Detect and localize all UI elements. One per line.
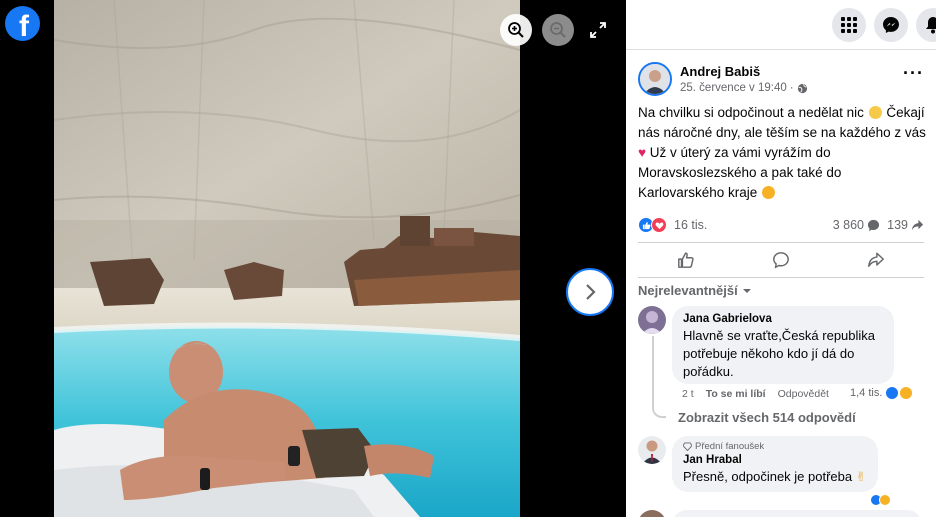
comment-bubble (672, 510, 922, 517)
facebook-logo-letter: f (19, 9, 29, 43)
chevron-down-icon (742, 288, 751, 293)
post-photo[interactable] (54, 0, 520, 517)
reaction-icons[interactable] (638, 217, 667, 233)
meta-separator: · (789, 82, 794, 94)
ok-hand-emoji: ✌ (855, 469, 867, 484)
smiling-face-emoji (868, 106, 882, 119)
comment-reactions[interactable]: 1,4 tis. (850, 386, 914, 400)
menu-grid-icon (841, 17, 857, 33)
more-options-icon: ··· (903, 63, 924, 83)
top-fan-badge: Přední fanoušek (683, 441, 867, 452)
post-text-part-1: Na chvilku si odpočinout a nedělat nic (638, 105, 864, 120)
comment-time[interactable]: 2 t (682, 388, 694, 400)
post-text-part-3: Už v úterý za vámi vyrážím do Moravskosl… (638, 145, 842, 200)
notifications-button[interactable] (916, 8, 936, 42)
comment-sort-label: Nejrelevantnější (638, 283, 738, 298)
love-reaction-icon (651, 217, 667, 233)
comment-button[interactable] (733, 243, 828, 277)
post-header: Andrej Babiš 25. července v 19:40 · ··· (638, 62, 924, 98)
reactions-summary: 16 tis. 3 860 139 (638, 215, 924, 235)
thumbs-up-icon (677, 252, 694, 268)
zoom-in-button[interactable] (500, 14, 532, 46)
haha-reaction-icon (879, 494, 891, 506)
zoom-out-button[interactable] (542, 14, 574, 46)
commenter-avatar[interactable] (638, 436, 666, 464)
chevron-right-icon (586, 284, 596, 300)
share-count-icon (911, 219, 924, 230)
messenger-icon (883, 17, 899, 33)
share-arrow-icon (868, 252, 885, 268)
post-more-button[interactable]: ··· (903, 64, 924, 82)
post-action-bar (638, 242, 924, 278)
comment-bubble: Přední fanoušek Jan Hrabal Přesně, odpoč… (672, 436, 878, 492)
reaction-count[interactable]: 16 tis. (674, 218, 707, 232)
zoom-in-icon (508, 22, 524, 38)
author-name[interactable]: Andrej Babiš (680, 64, 760, 79)
comments-count-value: 3 860 (832, 218, 864, 232)
show-all-replies-link[interactable]: Zobrazit všech 514 odpovědí (678, 410, 856, 425)
post-date[interactable]: 25. července v 19:40 (680, 82, 787, 94)
haha-reaction-icon (899, 386, 914, 400)
top-bar (626, 0, 936, 50)
comment-text-content: Přesně, odpočinek je potřeba (683, 469, 853, 484)
comment-reaction-count: 1,4 tis. (850, 387, 883, 399)
globe-icon (797, 83, 807, 93)
author-avatar[interactable] (638, 62, 672, 96)
photo-image (54, 0, 520, 517)
grinning-face-emoji (762, 186, 776, 199)
post-side-panel: Andrej Babiš 25. července v 19:40 · ··· … (626, 0, 936, 517)
comment-bubble: Jana Gabrielova Hlavně se vraťte,Česká r… (672, 306, 894, 384)
menu-button[interactable] (832, 8, 866, 42)
commenter-avatar[interactable] (638, 306, 666, 334)
comments-count[interactable]: 3 860 (833, 218, 880, 232)
comment-text: Přesně, odpočinek je potřeba ✌ (683, 468, 867, 486)
comment-bubble-icon (773, 252, 789, 269)
comment-sort-dropdown[interactable]: Nejrelevantnější (638, 283, 752, 298)
notifications-bell-icon (926, 17, 936, 34)
post-text: Na chvilku si odpočinout a nedělat nic Č… (638, 103, 930, 203)
reply-thread-line (652, 336, 666, 418)
next-photo-button[interactable] (566, 268, 614, 316)
photo-viewer: f (0, 0, 626, 517)
top-fan-label: Přední fanoušek (695, 441, 765, 452)
like-reaction-icon (885, 386, 900, 400)
fullscreen-icon (590, 22, 606, 38)
fullscreen-button[interactable] (588, 20, 608, 40)
post-meta: 25. července v 19:40 · (680, 82, 808, 94)
comment-reactions[interactable] (870, 494, 891, 506)
comment-count-icon (867, 219, 880, 231)
diamond-icon (683, 442, 692, 451)
comment-like-button[interactable]: To se mi líbí (706, 388, 766, 400)
author-avatar-image (640, 64, 670, 94)
like-button[interactable] (638, 243, 733, 277)
comment-text: Hlavně se vraťte,Česká republika potřebu… (683, 328, 876, 379)
shares-count[interactable]: 139 (887, 218, 924, 232)
messenger-button[interactable] (874, 8, 908, 42)
commenter-avatar-image (638, 436, 666, 464)
red-heart-emoji: ♥ (638, 145, 647, 160)
commenter-avatar-image (638, 306, 666, 334)
commenter-name[interactable]: Jan Hrabal (683, 454, 867, 466)
comment-actions: 2 t To se mi líbí Odpovědět (682, 388, 829, 400)
comment-reply-button[interactable]: Odpovědět (778, 388, 829, 400)
zoom-out-icon (550, 22, 566, 38)
shares-count-value: 139 (887, 218, 908, 232)
facebook-logo[interactable]: f (5, 6, 40, 41)
commenter-avatar[interactable] (638, 510, 666, 517)
commenter-name[interactable]: Jana Gabrielova (683, 313, 883, 325)
share-button[interactable] (829, 243, 924, 277)
